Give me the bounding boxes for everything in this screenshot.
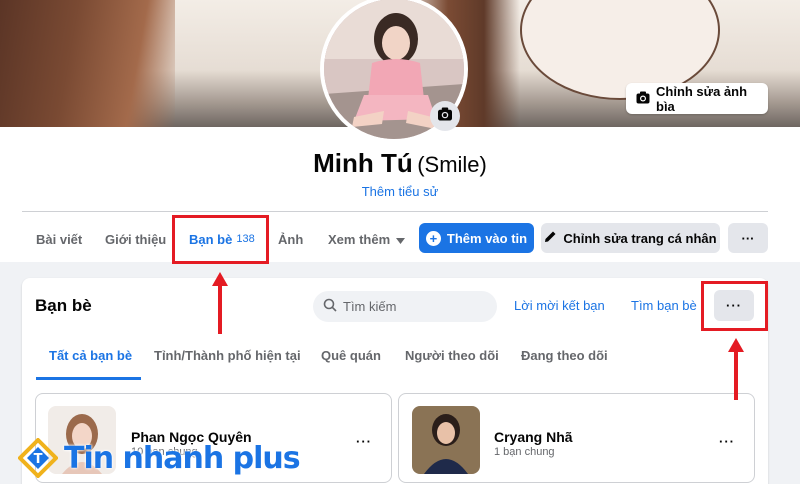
edit-profile-button[interactable]: Chỉnh sửa trang cá nhân (541, 223, 720, 253)
subtab-following[interactable]: Đang theo dõi (521, 340, 608, 370)
friend-name[interactable]: Cryang Nhã (494, 429, 573, 445)
search-placeholder: Tìm kiếm (343, 299, 397, 314)
arrow-up-icon (728, 338, 744, 400)
profile-name: Minh Tú (313, 148, 413, 178)
find-friends-label: Tìm bạn bè (631, 298, 697, 313)
watermark-icon: T (18, 438, 58, 478)
friends-section-title: Bạn bè (35, 296, 92, 315)
add-bio-label: Thêm tiểu sử (361, 184, 439, 199)
more-dots-icon: ··· (719, 434, 735, 449)
subtab-followers-label: Người theo dõi (405, 347, 499, 363)
friends-more-highlight (701, 281, 768, 331)
more-dots-icon: ··· (741, 230, 755, 246)
subtab-hometown[interactable]: Quê quán (321, 340, 381, 370)
arrow-up-icon (212, 272, 228, 334)
tab-more[interactable]: Xem thêm (328, 222, 406, 256)
add-bio-link[interactable]: Thêm tiểu sử (0, 184, 800, 199)
friend-mutual-count: 1 bạn chung (494, 446, 555, 458)
profile-name-row: Minh Tú (Smile) (0, 148, 800, 179)
subtab-current-city-label: Tỉnh/Thành phố hiện tại (154, 347, 301, 363)
tab-posts[interactable]: Bài viết (36, 222, 82, 256)
plus-icon: + (425, 230, 441, 246)
tab-about[interactable]: Giới thiệu (105, 222, 166, 256)
active-subtab-indicator (36, 377, 141, 380)
pencil-icon (544, 230, 557, 246)
search-icon (323, 298, 337, 315)
subtab-current-city[interactable]: Tỉnh/Thành phố hiện tại (154, 340, 301, 370)
change-avatar-button[interactable] (430, 101, 460, 131)
subtab-followers[interactable]: Người theo dõi (405, 340, 499, 370)
friend-more-button[interactable]: ··· (719, 434, 735, 449)
tab-photos[interactable]: Ảnh (278, 222, 303, 256)
profile-more-button[interactable]: ··· (728, 223, 768, 253)
camera-icon (636, 91, 650, 107)
subtab-hometown-label: Quê quán (321, 347, 381, 363)
subtab-all-friends[interactable]: Tất cả bạn bè (49, 340, 132, 370)
friend-requests-link[interactable]: Lời mời kết bạn (514, 298, 605, 313)
add-to-story-label: Thêm vào tin (446, 230, 528, 246)
find-friends-link[interactable]: Tìm bạn bè (631, 298, 697, 313)
friends-tab-highlight (172, 215, 269, 264)
svg-text:T: T (34, 452, 43, 467)
edit-profile-label: Chỉnh sửa trang cá nhân (563, 230, 717, 246)
caret-down-icon (396, 232, 406, 247)
header-divider (22, 211, 768, 212)
friend-requests-label: Lời mời kết bạn (514, 298, 605, 313)
add-to-story-button[interactable]: + Thêm vào tin (419, 223, 534, 253)
subtab-all-friends-label: Tất cả bạn bè (49, 347, 133, 363)
camera-icon (437, 107, 453, 126)
edit-cover-button[interactable]: Chỉnh sửa ảnh bìa (626, 83, 768, 114)
friend-photo[interactable] (412, 406, 480, 474)
profile-nickname: (Smile) (417, 152, 487, 177)
edit-cover-label: Chỉnh sửa ảnh bìa (656, 83, 748, 114)
cover-art-left (0, 0, 175, 127)
watermark-text: Tin nhanh plus (64, 440, 301, 476)
friends-search-input[interactable]: Tìm kiếm (313, 291, 497, 322)
more-dots-icon: ··· (356, 434, 372, 449)
tab-posts-label: Bài viết (36, 231, 83, 247)
watermark-logo: T Tin nhanh plus (18, 436, 301, 480)
tab-about-label: Giới thiệu (105, 231, 167, 247)
friend-more-button[interactable]: ··· (356, 434, 372, 449)
tab-photos-label: Ảnh (278, 231, 304, 247)
subtab-following-label: Đang theo dõi (521, 347, 608, 363)
tab-more-label: Xem thêm (328, 231, 391, 247)
